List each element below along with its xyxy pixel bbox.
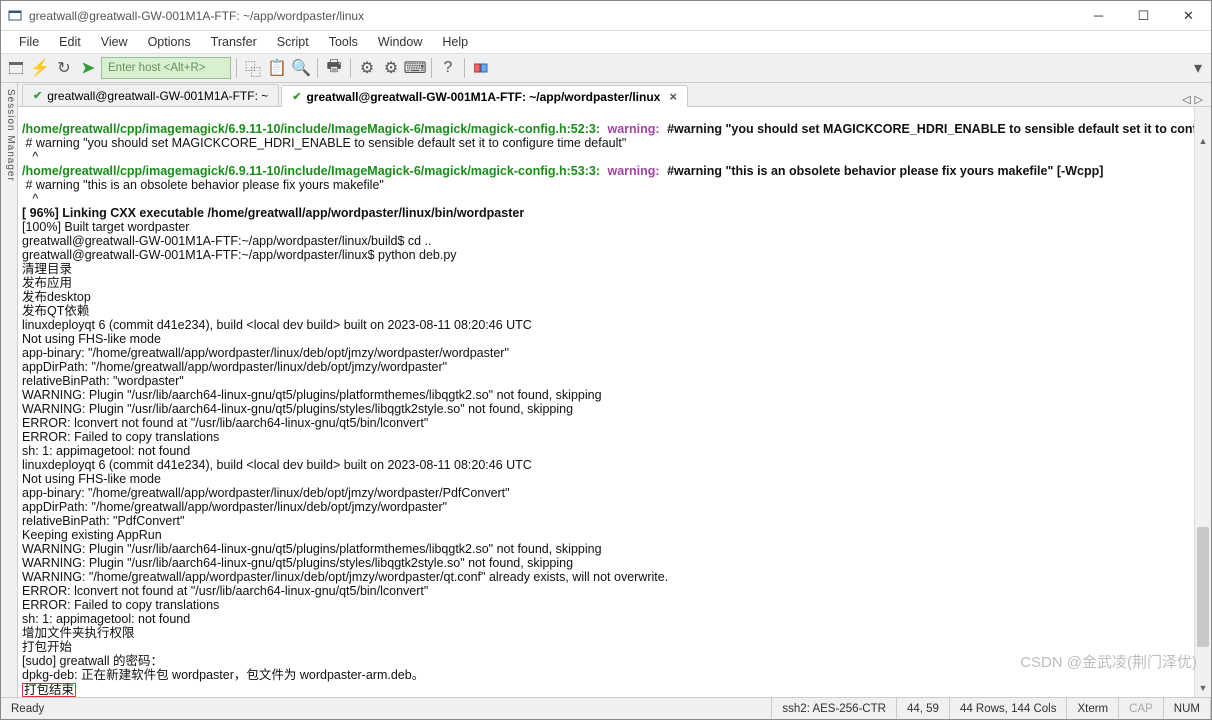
menu-tools[interactable]: Tools bbox=[319, 33, 368, 51]
sessions-icon[interactable] bbox=[470, 57, 492, 79]
menu-options[interactable]: Options bbox=[138, 33, 201, 51]
maximize-button[interactable]: ☐ bbox=[1121, 1, 1166, 30]
tabbar: ✔ greatwall@greatwall-GW-001M1A-FTF: ~ ✔… bbox=[18, 83, 1211, 107]
menu-view[interactable]: View bbox=[91, 33, 138, 51]
terminal-icon[interactable] bbox=[5, 57, 27, 79]
highlighted-text: 打包结束 bbox=[22, 683, 76, 697]
host-input[interactable]: Enter host <Alt+R> bbox=[101, 57, 231, 79]
check-icon: ✔ bbox=[33, 89, 42, 102]
terminal-scrollbar[interactable]: ▲ ▼ bbox=[1194, 107, 1211, 697]
scroll-down-icon[interactable]: ▼ bbox=[1195, 680, 1211, 697]
tab-label: greatwall@greatwall-GW-001M1A-FTF: ~ bbox=[47, 89, 268, 103]
watermark: CSDN @金武凌(荆门泽优) bbox=[1020, 656, 1197, 669]
status-connection: ssh2: AES-256-CTR bbox=[772, 698, 897, 719]
tab-label: greatwall@greatwall-GW-001M1A-FTF: ~/app… bbox=[306, 90, 660, 104]
quick-connect-icon[interactable]: ⚡ bbox=[29, 57, 51, 79]
copy-icon[interactable]: ⿻ bbox=[242, 57, 264, 79]
menu-script[interactable]: Script bbox=[267, 33, 319, 51]
tab-session-2[interactable]: ✔ greatwall@greatwall-GW-001M1A-FTF: ~/a… bbox=[281, 85, 688, 107]
statusbar: Ready ssh2: AES-256-CTR 44, 59 44 Rows, … bbox=[1, 697, 1211, 719]
minimize-button[interactable]: ─ bbox=[1076, 1, 1121, 30]
status-cursor: 44, 59 bbox=[897, 698, 950, 719]
menubar: File Edit View Options Transfer Script T… bbox=[1, 31, 1211, 53]
titlebar: greatwall@greatwall-GW-001M1A-FTF: ~/app… bbox=[1, 1, 1211, 31]
menu-transfer[interactable]: Transfer bbox=[201, 33, 267, 51]
print-icon[interactable]: 🖶 bbox=[323, 57, 345, 79]
status-ready: Ready bbox=[1, 698, 772, 719]
tab-prev-icon[interactable]: ◁ bbox=[1182, 93, 1190, 106]
menu-window[interactable]: Window bbox=[368, 33, 432, 51]
window-title: greatwall@greatwall-GW-001M1A-FTF: ~/app… bbox=[29, 9, 1076, 23]
paste-icon[interactable]: 📋 bbox=[266, 57, 288, 79]
status-size: 44 Rows, 144 Cols bbox=[950, 698, 1068, 719]
close-button[interactable]: ✕ bbox=[1166, 1, 1211, 30]
menu-help[interactable]: Help bbox=[432, 33, 478, 51]
check-icon: ✔ bbox=[292, 90, 301, 103]
menu-edit[interactable]: Edit bbox=[49, 33, 91, 51]
menu-file[interactable]: File bbox=[9, 33, 49, 51]
scroll-up-icon[interactable]: ▲ bbox=[1195, 133, 1211, 150]
connect-icon[interactable]: ➤ bbox=[77, 57, 99, 79]
session-manager-panel[interactable]: Session Manager bbox=[1, 83, 18, 697]
tab-next-icon[interactable]: ▷ bbox=[1195, 93, 1203, 106]
settings-icon[interactable]: ⚙ bbox=[356, 57, 378, 79]
tab-session-1[interactable]: ✔ greatwall@greatwall-GW-001M1A-FTF: ~ bbox=[22, 84, 279, 106]
toolbar: ⚡ ↻ ➤ Enter host <Alt+R> ⿻ 📋 🔍 🖶 ⚙ ⚙ ⌨ ?… bbox=[1, 53, 1211, 83]
app-icon bbox=[7, 8, 23, 24]
status-caps: CAP bbox=[1119, 698, 1164, 719]
scroll-thumb[interactable] bbox=[1197, 527, 1209, 647]
find-icon[interactable]: 🔍 bbox=[290, 57, 312, 79]
session-options-icon[interactable]: ⚙ bbox=[380, 57, 402, 79]
status-num: NUM bbox=[1164, 698, 1211, 719]
close-tab-icon[interactable]: × bbox=[669, 89, 677, 104]
help-icon[interactable]: ? bbox=[437, 57, 459, 79]
reconnect-icon[interactable]: ↻ bbox=[53, 57, 75, 79]
terminal-output[interactable]: /home/greatwall/cpp/imagemagick/6.9.11-1… bbox=[18, 107, 1211, 697]
toolbar-overflow-icon[interactable]: ▾ bbox=[1189, 58, 1207, 78]
keymap-icon[interactable]: ⌨ bbox=[404, 57, 426, 79]
status-term: Xterm bbox=[1067, 698, 1119, 719]
